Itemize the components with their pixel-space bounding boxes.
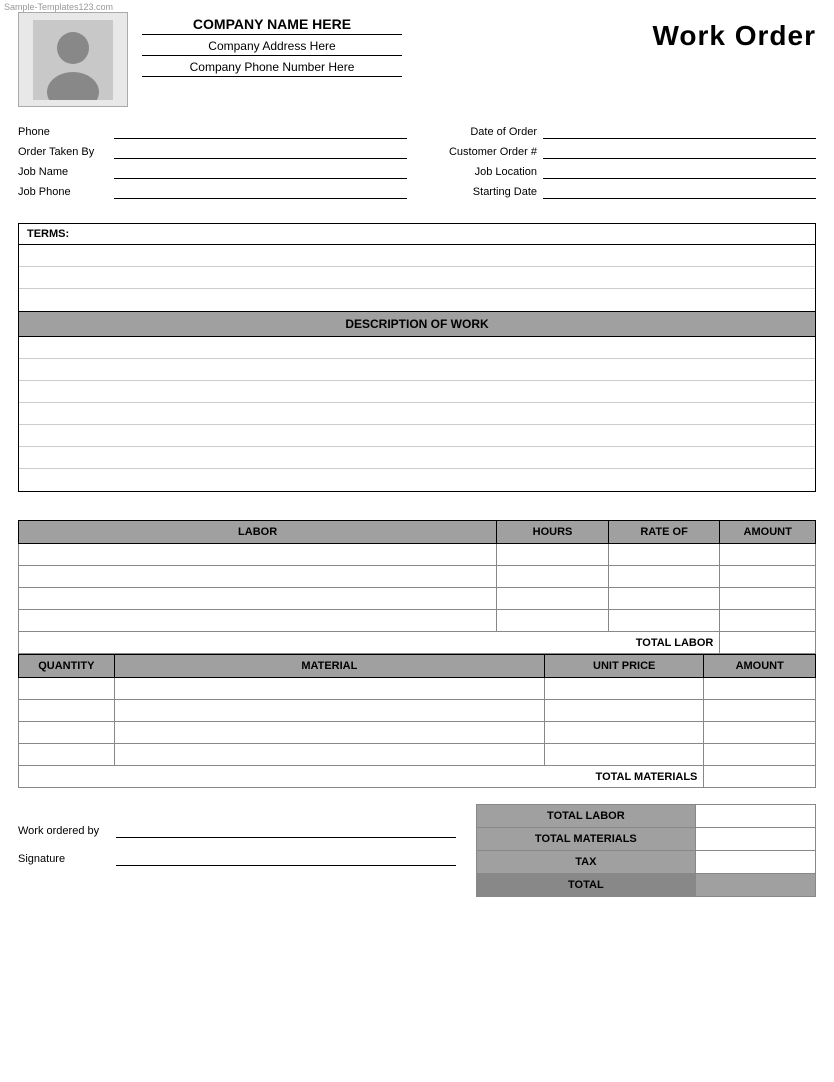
job-phone-input[interactable] (114, 185, 407, 199)
job-name-label: Job Name (18, 166, 108, 178)
summary-total-materials-value[interactable] (695, 828, 815, 851)
summary-grand-total-label: TOTAL (477, 874, 696, 897)
terms-row-2[interactable] (19, 267, 815, 289)
labor-col-amount: AMOUNT (720, 521, 816, 544)
date-order-row: Date of Order (427, 125, 816, 139)
job-name-input[interactable] (114, 165, 407, 179)
signature-label: Signature (18, 853, 108, 865)
labor-total-value[interactable] (720, 632, 816, 654)
summary-right: TOTAL LABOR TOTAL MATERIALS TAX TOTAL (476, 804, 816, 897)
date-order-input[interactable] (543, 125, 816, 139)
signature-input[interactable] (116, 852, 456, 866)
summary-row-total-materials: TOTAL MATERIALS (477, 828, 816, 851)
labor-row-2[interactable] (19, 566, 816, 588)
summary-tax-label: TAX (477, 851, 696, 874)
terms-row-3[interactable] (19, 289, 815, 311)
form-left-col: Phone Order Taken By Job Name Job Phone (18, 125, 407, 205)
order-taken-input[interactable] (114, 145, 407, 159)
job-location-input[interactable] (543, 165, 816, 179)
materials-col-qty: QUANTITY (19, 655, 115, 678)
materials-header-row: QUANTITY MATERIAL UNIT PRICE AMOUNT (19, 655, 816, 678)
summary-row-total: TOTAL (477, 874, 816, 897)
summary-tax-value[interactable] (695, 851, 815, 874)
job-phone-row: Job Phone (18, 185, 407, 199)
desc-row-4[interactable] (19, 403, 815, 425)
job-location-label: Job Location (427, 166, 537, 178)
desc-row-2[interactable] (19, 359, 815, 381)
company-phone: Company Phone Number Here (142, 60, 402, 77)
form-right-col: Date of Order Customer Order # Job Locat… (407, 125, 816, 205)
materials-total-label: TOTAL MATERIALS (19, 766, 704, 788)
terms-header: TERMS: (19, 224, 815, 245)
labor-row-4[interactable] (19, 610, 816, 632)
summary-row-tax: TAX (477, 851, 816, 874)
starting-date-row: Starting Date (427, 185, 816, 199)
labor-col-hours: HOURS (497, 521, 609, 544)
materials-col-unit: UNIT PRICE (545, 655, 704, 678)
desc-row-3[interactable] (19, 381, 815, 403)
materials-total-value[interactable] (704, 766, 816, 788)
header-section: COMPANY NAME HERE Company Address Here C… (18, 12, 816, 107)
desc-row-1[interactable] (19, 337, 815, 359)
labor-col-labor: LABOR (19, 521, 497, 544)
labor-total-label: TOTAL LABOR (19, 632, 720, 654)
summary-total-materials-label: TOTAL MATERIALS (477, 828, 696, 851)
starting-date-label: Starting Date (427, 186, 537, 198)
starting-date-input[interactable] (543, 185, 816, 199)
desc-row-5[interactable] (19, 425, 815, 447)
company-logo (18, 12, 128, 107)
job-phone-label: Job Phone (18, 186, 108, 198)
summary-total-labor-label: TOTAL LABOR (477, 805, 696, 828)
company-name: COMPANY NAME HERE (142, 16, 402, 35)
description-rows (18, 337, 816, 492)
labor-table: LABOR HOURS RATE OF AMOUNT TOTAL LABOR (18, 520, 816, 654)
company-address: Company Address Here (142, 39, 402, 56)
materials-col-material: MATERIAL (114, 655, 544, 678)
summary-section: Work ordered by Signature TOTAL LABOR TO… (18, 804, 816, 897)
form-fields: Phone Order Taken By Job Name Job Phone … (18, 125, 816, 205)
customer-order-row: Customer Order # (427, 145, 816, 159)
desc-row-6[interactable] (19, 447, 815, 469)
desc-row-7[interactable] (19, 469, 815, 491)
labor-row-3[interactable] (19, 588, 816, 610)
phone-row: Phone (18, 125, 407, 139)
description-header: DESCRIPTION OF WORK (18, 312, 816, 337)
labor-total-row: TOTAL LABOR (19, 632, 816, 654)
materials-col-amount: AMOUNT (704, 655, 816, 678)
terms-row-1[interactable] (19, 245, 815, 267)
summary-left: Work ordered by Signature (18, 804, 476, 897)
order-taken-row: Order Taken By (18, 145, 407, 159)
materials-row-3[interactable] (19, 722, 816, 744)
labor-row-1[interactable] (19, 544, 816, 566)
phone-label: Phone (18, 126, 108, 138)
materials-total-row: TOTAL MATERIALS (19, 766, 816, 788)
person-icon (33, 20, 113, 100)
materials-row-2[interactable] (19, 700, 816, 722)
summary-total-labor-value[interactable] (695, 805, 815, 828)
company-info: COMPANY NAME HERE Company Address Here C… (142, 12, 402, 81)
job-location-row: Job Location (427, 165, 816, 179)
customer-order-label: Customer Order # (427, 146, 537, 158)
date-order-label: Date of Order (427, 126, 537, 138)
materials-row-1[interactable] (19, 678, 816, 700)
order-taken-label: Order Taken By (18, 146, 108, 158)
customer-order-input[interactable] (543, 145, 816, 159)
summary-grand-total-value[interactable] (695, 874, 815, 897)
watermark-text: Sample-Templates123.com (4, 2, 113, 12)
materials-row-4[interactable] (19, 744, 816, 766)
work-ordered-input[interactable] (116, 824, 456, 838)
materials-table: QUANTITY MATERIAL UNIT PRICE AMOUNT TOTA… (18, 654, 816, 788)
work-ordered-label: Work ordered by (18, 825, 108, 837)
job-name-row: Job Name (18, 165, 407, 179)
work-ordered-row: Work ordered by (18, 824, 456, 838)
labor-col-rate: RATE OF (608, 521, 720, 544)
labor-section: LABOR HOURS RATE OF AMOUNT TOTAL LABOR (18, 520, 816, 654)
work-order-title: Work Order (652, 12, 816, 52)
labor-header-row: LABOR HOURS RATE OF AMOUNT (19, 521, 816, 544)
phone-input[interactable] (114, 125, 407, 139)
summary-table: TOTAL LABOR TOTAL MATERIALS TAX TOTAL (476, 804, 816, 897)
summary-row-total-labor: TOTAL LABOR (477, 805, 816, 828)
signature-row: Signature (18, 852, 456, 866)
terms-box: TERMS: (18, 223, 816, 312)
